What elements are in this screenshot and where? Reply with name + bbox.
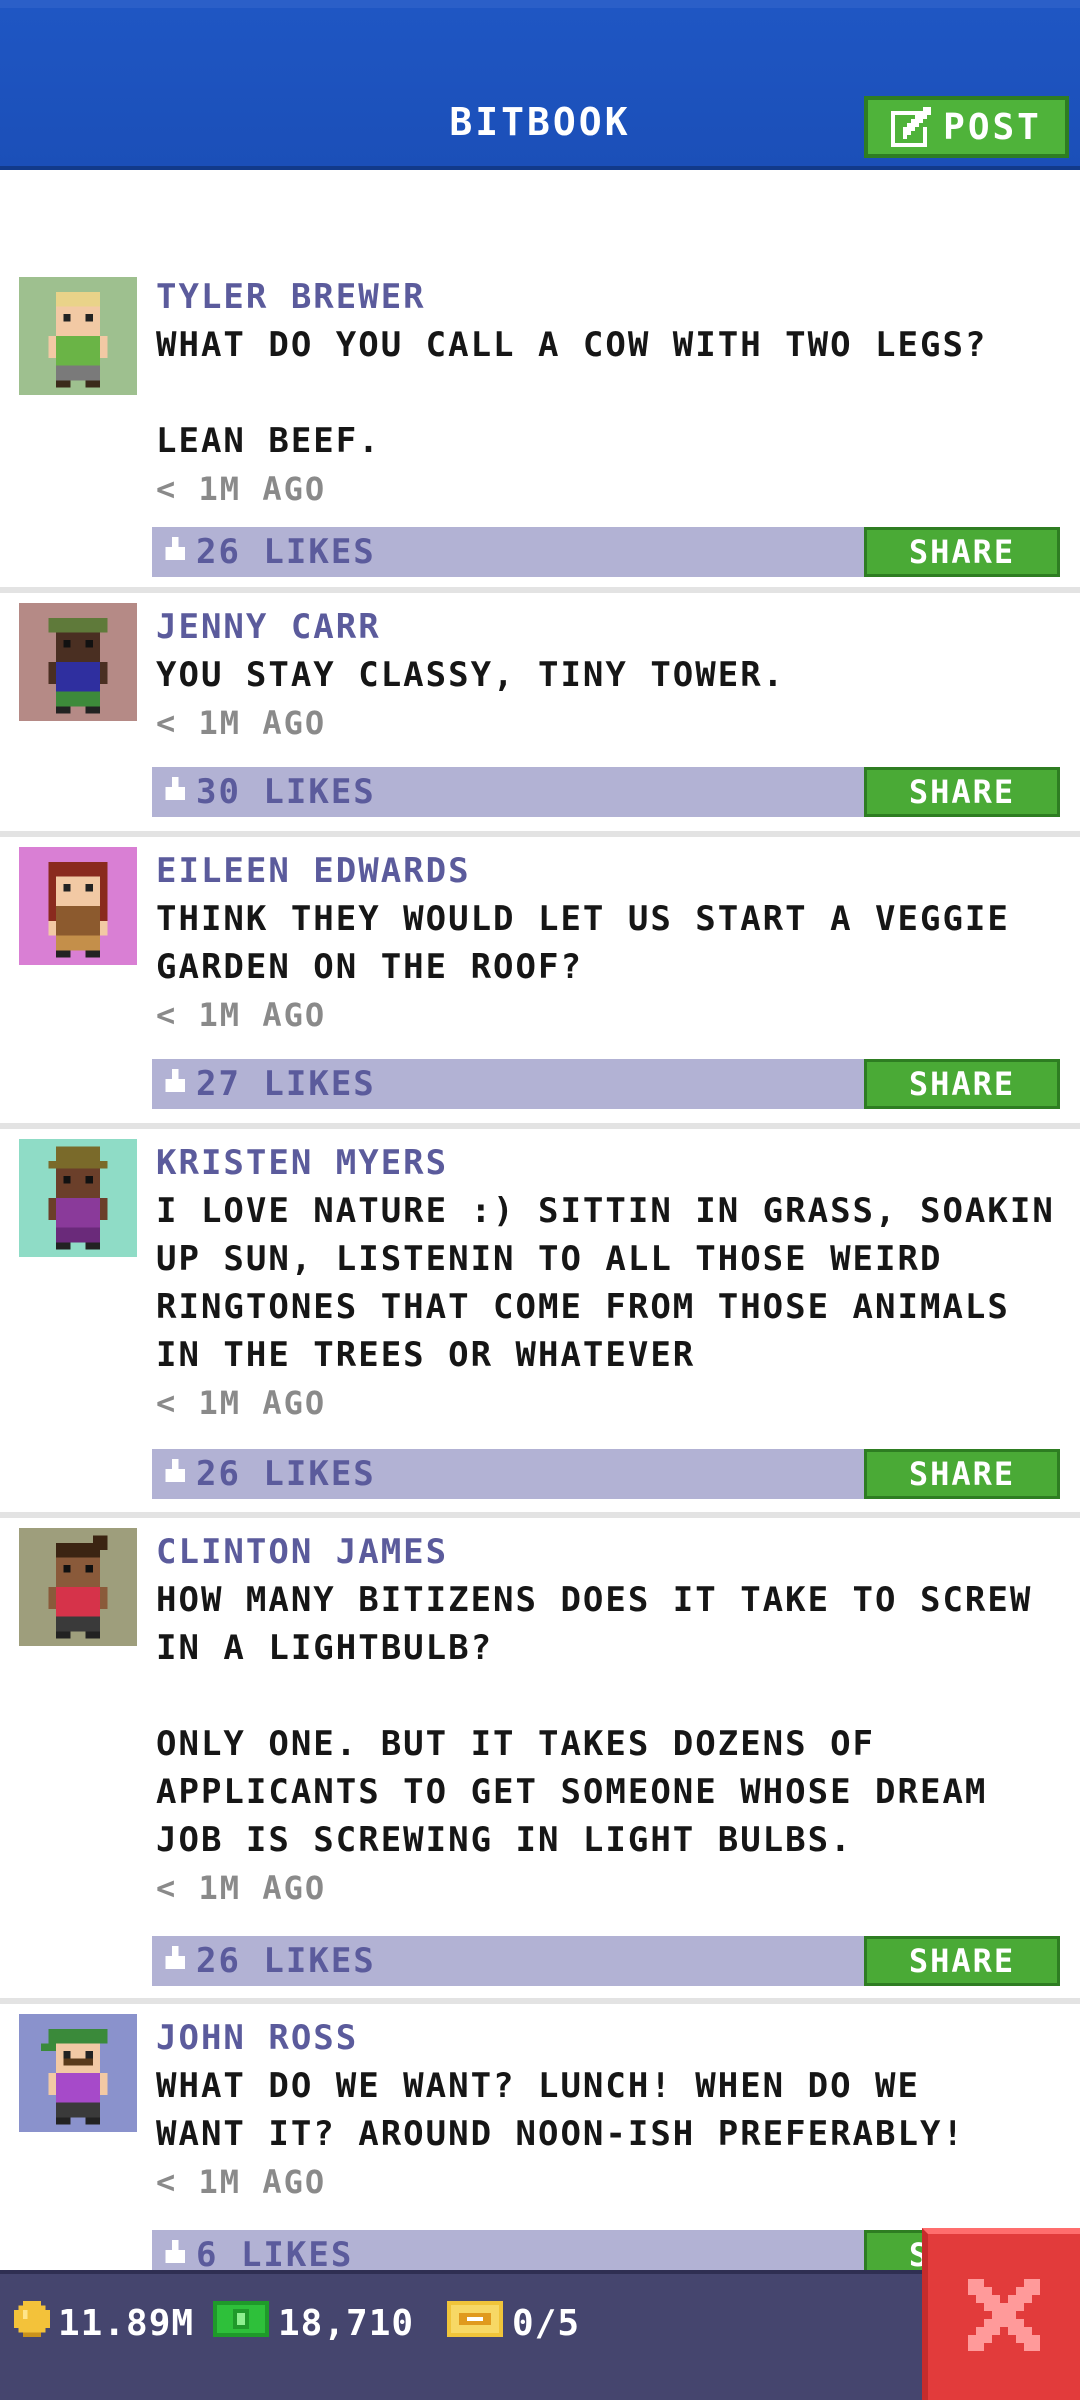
post-text: WHAT DO WE WANT? LUNCH! WHEN DO WE WANT …: [156, 2066, 965, 2154]
feed-post: EILEEN EDWARDS THINK THEY WOULD LET US S…: [0, 837, 1080, 1129]
like-button[interactable]: 30 LIKES: [162, 767, 376, 817]
post-action-bar: 27 LIKES SHARE: [152, 1059, 1060, 1109]
post-action-bar: 30 LIKES SHARE: [152, 767, 1060, 817]
post-text: WHAT DO YOU CALL A COW WITH TWO LEGS? LE…: [156, 325, 988, 461]
post-action-bar: 26 LIKES SHARE: [152, 1936, 1060, 1986]
likes-count: 27 LIKES: [196, 1064, 376, 1104]
post-author[interactable]: KRISTEN MYERS: [156, 1139, 1070, 1187]
post-body: JOHN ROSS WHAT DO WE WANT? LUNCH! WHEN D…: [156, 2014, 1070, 2206]
ticket-icon: [446, 2300, 504, 2346]
like-button[interactable]: 6 LIKES: [162, 2230, 353, 2270]
coins-stat: 11.89M: [14, 2298, 194, 2348]
thumbs-up-icon: [162, 1449, 188, 1499]
share-button[interactable]: SHARE: [864, 527, 1060, 577]
share-button[interactable]: SHARE: [864, 1449, 1060, 1499]
feed-post: KRISTEN MYERS I LOVE NATURE :) SITTIN IN…: [0, 1129, 1080, 1518]
post-button[interactable]: POST: [864, 96, 1069, 158]
share-button[interactable]: SHARE: [864, 767, 1060, 817]
likes-count: 26 LIKES: [196, 532, 376, 572]
post-button-label: POST: [943, 106, 1042, 148]
post-action-bar: 26 LIKES SHARE: [152, 527, 1060, 577]
post-action-bar: 26 LIKES SHARE: [152, 1449, 1060, 1499]
thumbs-up-icon: [162, 1059, 188, 1109]
feed-post: JOHN ROSS WHAT DO WE WANT? LUNCH! WHEN D…: [0, 2004, 1080, 2270]
feed-post: CLINTON JAMES HOW MANY BITIZENS DOES IT …: [0, 1518, 1080, 2004]
coin-icon: [14, 2300, 50, 2346]
app-root: BITBOOK POST TYLER BREWER WHAT DO YOU CA…: [0, 0, 1080, 2400]
post-time: < 1M AGO: [156, 1869, 327, 1907]
close-icon: [968, 2279, 1040, 2355]
coins-value: 11.89M: [58, 2302, 195, 2344]
post-text: I LOVE NATURE :) SITTIN IN GRASS, SOAKIN…: [156, 1191, 1055, 1375]
post-text: YOU STAY CLASSY, TINY TOWER.: [156, 655, 786, 695]
likes-count: 26 LIKES: [196, 1454, 376, 1494]
post-time: < 1M AGO: [156, 2163, 327, 2201]
like-button[interactable]: 26 LIKES: [162, 527, 376, 577]
thumbs-up-icon: [162, 2230, 188, 2270]
bitizen-avatar-icon[interactable]: [19, 2014, 137, 2132]
post-author[interactable]: JENNY CARR: [156, 603, 1070, 651]
post-text: THINK THEY WOULD LET US START A VEGGIE G…: [156, 899, 1010, 987]
thumbs-up-icon: [162, 767, 188, 817]
post-body: EILEEN EDWARDS THINK THEY WOULD LET US S…: [156, 847, 1070, 1039]
share-button[interactable]: SHARE: [864, 1059, 1060, 1109]
likes-count: 6 LIKES: [196, 2235, 354, 2270]
bitizen-avatar-icon[interactable]: [19, 1139, 137, 1257]
bux-icon: [212, 2300, 270, 2346]
share-button[interactable]: SHARE: [864, 1936, 1060, 1986]
post-time: < 1M AGO: [156, 704, 327, 742]
thumbs-up-icon: [162, 527, 188, 577]
tickets-stat: 0/5: [446, 2298, 580, 2348]
post-author[interactable]: CLINTON JAMES: [156, 1528, 1070, 1576]
bottom-status-bar: 11.89M 18,710 0/5: [0, 2270, 1080, 2400]
post-time: < 1M AGO: [156, 996, 327, 1034]
post-author[interactable]: TYLER BREWER: [156, 273, 1070, 321]
edit-icon: [891, 107, 932, 147]
likes-count: 30 LIKES: [196, 772, 376, 812]
post-body: CLINTON JAMES HOW MANY BITIZENS DOES IT …: [156, 1528, 1070, 1912]
feed-post: JENNY CARR YOU STAY CLASSY, TINY TOWER. …: [0, 593, 1080, 837]
header-bar: BITBOOK POST: [0, 0, 1080, 170]
bitizen-avatar-icon[interactable]: [19, 603, 137, 721]
like-button[interactable]: 27 LIKES: [162, 1059, 376, 1109]
like-button[interactable]: 26 LIKES: [162, 1449, 376, 1499]
post-body: JENNY CARR YOU STAY CLASSY, TINY TOWER. …: [156, 603, 1070, 747]
bux-stat: 18,710: [212, 2298, 414, 2348]
close-button[interactable]: [922, 2228, 1080, 2400]
post-body: TYLER BREWER WHAT DO YOU CALL A COW WITH…: [156, 273, 1070, 513]
post-body: KRISTEN MYERS I LOVE NATURE :) SITTIN IN…: [156, 1139, 1070, 1427]
post-time: < 1M AGO: [156, 1384, 327, 1422]
bitizen-avatar-icon[interactable]: [19, 1528, 137, 1646]
feed-list[interactable]: TYLER BREWER WHAT DO YOU CALL A COW WITH…: [0, 170, 1080, 2270]
tickets-value: 0/5: [512, 2302, 581, 2344]
bux-value: 18,710: [278, 2302, 415, 2344]
bitizen-avatar-icon[interactable]: [19, 847, 137, 965]
like-button[interactable]: 26 LIKES: [162, 1936, 376, 1986]
post-author[interactable]: EILEEN EDWARDS: [156, 847, 1070, 895]
bitizen-avatar-icon[interactable]: [19, 277, 137, 395]
post-text: HOW MANY BITIZENS DOES IT TAKE TO SCREW …: [156, 1580, 1033, 1860]
likes-count: 26 LIKES: [196, 1941, 376, 1981]
thumbs-up-icon: [162, 1936, 188, 1986]
post-author[interactable]: JOHN ROSS: [156, 2014, 1070, 2062]
post-time: < 1M AGO: [156, 470, 327, 508]
feed-post: TYLER BREWER WHAT DO YOU CALL A COW WITH…: [0, 273, 1080, 593]
